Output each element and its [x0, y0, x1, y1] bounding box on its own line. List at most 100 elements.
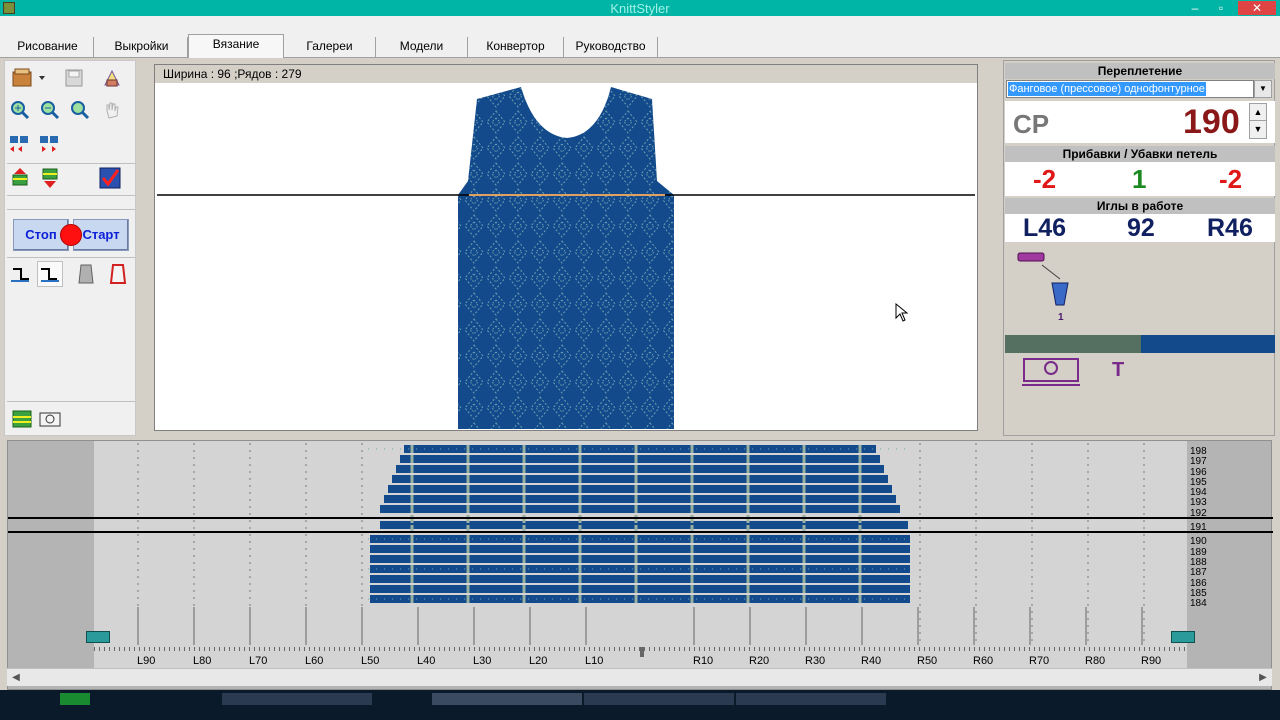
- spin-down-icon[interactable]: ▼: [1250, 121, 1266, 138]
- needle-label: L30: [473, 655, 492, 667]
- zoom-out-icon[interactable]: [37, 97, 63, 123]
- garment-shape: [458, 87, 674, 429]
- garment-gray-icon[interactable]: [73, 261, 99, 287]
- canvas-info: Ширина : 96 ;Рядов : 279: [155, 65, 977, 83]
- needle-label: L20: [529, 655, 548, 667]
- needle-label: L90: [137, 655, 156, 667]
- needle-label: R60: [973, 655, 994, 667]
- close-button[interactable]: ✕: [1238, 1, 1276, 15]
- yarn-feeder-icon: [1017, 252, 1069, 306]
- tab-galleries[interactable]: Галереи: [284, 37, 376, 57]
- tab-drawing[interactable]: Рисование: [2, 37, 94, 57]
- row-label-current: 191: [1190, 522, 1207, 534]
- needle-label: R70: [1029, 655, 1050, 667]
- left-toolbar: Стоп Старт: [4, 60, 136, 436]
- needle-label: R20: [749, 655, 770, 667]
- dec-left-value: -2: [1033, 164, 1057, 194]
- spin-up-icon[interactable]: ▲: [1250, 104, 1266, 121]
- right-panel: Переплетение Фанговое (прессовое) однофо…: [1003, 60, 1275, 436]
- shift-right-icon[interactable]: [37, 131, 63, 157]
- zoom-in-icon[interactable]: [7, 97, 33, 123]
- needle-bed[interactable]: 198 197 196 195 194 193 192 191 190 189 …: [7, 440, 1273, 690]
- scroll-right-icon[interactable]: ▶: [1254, 669, 1272, 687]
- needle-label: L70: [249, 655, 268, 667]
- needle-label: L40: [417, 655, 436, 667]
- needle-bed-graphic: [8, 441, 1273, 669]
- maximize-button[interactable]: ▫: [1210, 1, 1232, 15]
- scroll-left-icon[interactable]: ◀: [7, 669, 25, 687]
- row-label: 184: [1190, 598, 1207, 610]
- tab-bar: Рисование Выкройки Вязание Галереи Модел…: [0, 32, 1280, 58]
- taskbar-item[interactable]: [432, 693, 582, 705]
- carriage-up-icon[interactable]: [7, 165, 33, 191]
- tab-converter[interactable]: Конвертор: [468, 37, 564, 57]
- knit-rows-top: [370, 445, 910, 603]
- shape-left-step-icon[interactable]: [7, 261, 33, 287]
- dec-right-value: -2: [1219, 164, 1243, 194]
- garment-red-icon[interactable]: [105, 261, 131, 287]
- mouse-cursor-icon: [895, 303, 909, 322]
- inc-middle-value: 1: [1132, 164, 1147, 194]
- inc-dec-box: -2 1 -2: [1005, 162, 1275, 196]
- save-icon[interactable]: [61, 65, 87, 91]
- needle-label: L10: [585, 655, 604, 667]
- left-carriage-stop-handle[interactable]: [86, 631, 110, 643]
- stitch-type-select[interactable]: Фанговое (прессовое) однофонтурное: [1006, 80, 1254, 98]
- tab-manual[interactable]: Руководство: [564, 37, 658, 57]
- stitch-type-value: Фанговое (прессовое) однофонтурное: [1008, 82, 1206, 96]
- open-icon[interactable]: [9, 65, 49, 91]
- carriage-down-icon[interactable]: [37, 165, 63, 191]
- toolbar-divider: [7, 209, 135, 210]
- needle-label: L60: [305, 655, 324, 667]
- needle-label: R30: [805, 655, 826, 667]
- toolbar-divider: [7, 195, 135, 196]
- needles-total-value: 92: [1127, 214, 1155, 242]
- tab-patterns[interactable]: Выкройки: [96, 37, 188, 57]
- needle-label: L80: [193, 655, 212, 667]
- print-preview-icon[interactable]: [99, 65, 125, 91]
- hand-pan-icon[interactable]: [99, 97, 125, 123]
- cam-letter: T: [1112, 359, 1125, 381]
- tab-models[interactable]: Модели: [376, 37, 468, 57]
- inc-dec-header: Прибавки / Убавки петель: [1005, 146, 1275, 162]
- needles-left-value: L46: [1023, 214, 1067, 242]
- carriage-mode-icon[interactable]: [9, 406, 35, 432]
- stitch-header: Переплетение: [1005, 63, 1275, 79]
- needles-right-value: R46: [1207, 214, 1253, 242]
- needles-box: L46 92 R46: [1005, 214, 1275, 242]
- needle-labels: L90 L80 L70 L60 L50 L40 L30 L20 L10 R10 …: [8, 655, 1273, 669]
- minimize-button[interactable]: –: [1184, 1, 1206, 15]
- taskbar-item[interactable]: [60, 693, 90, 705]
- row-labels: 198 197 196 195 194 193 192 191 190 189 …: [1190, 446, 1220, 610]
- needle-label: L50: [361, 655, 380, 667]
- shift-left-icon[interactable]: [7, 131, 33, 157]
- taskbar-item[interactable]: [222, 693, 372, 705]
- camera-icon[interactable]: [37, 406, 63, 432]
- taskbar-item[interactable]: [736, 693, 886, 705]
- needles-header: Иглы в работе: [1005, 198, 1275, 214]
- yarn-feeder-number: 1: [1058, 312, 1064, 323]
- tab-knitting[interactable]: Вязание: [188, 34, 284, 58]
- chevron-down-icon[interactable]: ▼: [1254, 80, 1272, 98]
- window-title: KnittStyler: [610, 1, 670, 16]
- garment-preview: [157, 87, 975, 429]
- title-bar: KnittStyler – ▫ ✕: [0, 0, 1280, 16]
- needle-label: R40: [861, 655, 882, 667]
- stop-start-group: Стоп Старт: [13, 219, 129, 251]
- garment-canvas[interactable]: Ширина : 96 ;Рядов : 279: [154, 64, 978, 431]
- needle-label: R80: [1085, 655, 1106, 667]
- taskbar-item[interactable]: [584, 693, 734, 705]
- needle-label: R50: [917, 655, 938, 667]
- row-counter-spinner[interactable]: ▲ ▼: [1249, 103, 1267, 139]
- toolbar-divider: [7, 163, 135, 164]
- check-icon[interactable]: [97, 165, 123, 191]
- toolbar-divider: [7, 257, 135, 258]
- needle-label: R90: [1141, 655, 1162, 667]
- zoom-fit-icon[interactable]: [67, 97, 93, 123]
- yarn-progress-fill: [1141, 335, 1275, 353]
- shape-right-step-icon[interactable]: [37, 261, 63, 287]
- cam-lock-icon: [1022, 358, 1080, 386]
- right-carriage-stop-handle[interactable]: [1171, 631, 1195, 643]
- horizontal-scrollbar[interactable]: ◀ ▶: [7, 668, 1272, 686]
- row-counter-box: CP 190 ▲ ▼: [1005, 101, 1275, 143]
